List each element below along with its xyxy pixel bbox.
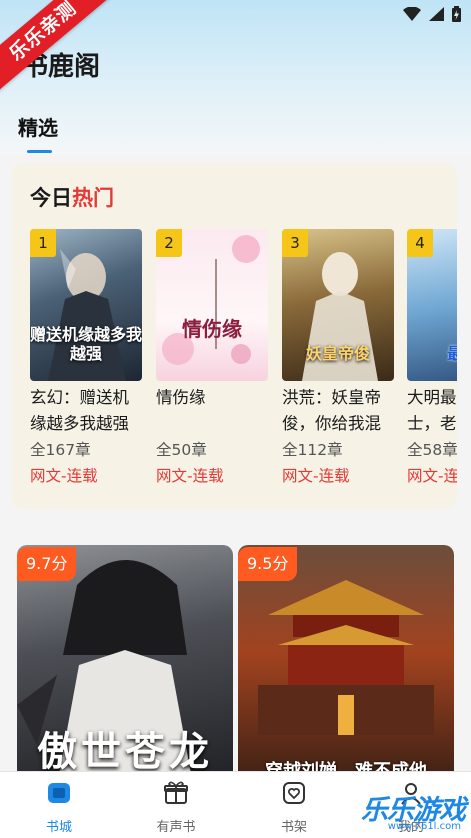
nav-label: 书架 — [280, 820, 307, 835]
book-title[interactable]: 大明最强道士，老朱：你给我复活阎王 — [407, 385, 457, 437]
book-chapters: 全58章 — [407, 441, 457, 459]
cover-title: 妖皇帝俊 — [305, 343, 370, 363]
book-tag: 网文-连载 — [407, 467, 457, 485]
cover-title: 情伤缘 — [182, 317, 242, 341]
book-card[interactable]: 1 赠送机缘越多我越强 玄幻：赠送机缘越多我越强 全167章 网文-连载 — [30, 229, 142, 489]
rank-badge: 2 — [156, 229, 182, 257]
cover-title: 最强 — [446, 343, 457, 363]
book-card[interactable]: 2 情伤缘 情伤缘 全50章 网文-连载 — [156, 229, 268, 489]
tab-featured[interactable]: 精选 — [18, 112, 58, 141]
score-badge: 9.5分 — [238, 547, 298, 581]
hot-title-prefix: 今日 — [30, 186, 72, 210]
tab-indicator — [27, 150, 52, 153]
rank-badge: 1 — [30, 229, 56, 257]
featured-book-card[interactable]: 9.7分 傲世苍龙 — [17, 545, 233, 785]
nav-label: 有声书 — [156, 820, 196, 835]
book-card[interactable]: 4 最强 大明最强道士，老朱：你给我复活阎王 全58章 网文-连载 — [407, 229, 457, 489]
wifi-icon — [403, 7, 421, 21]
book-cover[interactable]: 4 最强 — [407, 229, 457, 381]
book-tag: 网文-连载 — [282, 467, 350, 485]
cover-title: 赠送机缘越多我越强 — [30, 325, 142, 363]
book-chapters: 全167章 — [30, 441, 91, 459]
featured-book-card[interactable]: 9.5分 穿越刘婵，难不成他 — [238, 545, 454, 785]
book-card[interactable]: 3 妖皇帝俊 洪荒：妖皇帝俊，你给我混沌青莲? 全112章 网文-连载 — [282, 229, 394, 489]
signal-icon — [429, 7, 444, 21]
site-watermark: 乐乐游戏 www.761l.com — [353, 788, 469, 836]
hot-title-highlight: 热门 — [72, 186, 114, 210]
score-badge: 9.7分 — [17, 547, 77, 581]
book-chapters: 全50章 — [156, 441, 207, 459]
book-title[interactable]: 玄幻：赠送机缘越多我越强 — [30, 385, 142, 437]
featured-cover-title: 傲世苍龙 — [37, 729, 213, 775]
rank-badge: 3 — [282, 229, 308, 257]
nav-bookstore[interactable]: 书城 — [19, 780, 99, 835]
book-cover[interactable]: 1 赠送机缘越多我越强 — [30, 229, 142, 381]
book-cover[interactable]: 2 情伤缘 — [156, 229, 268, 381]
book-chapters: 全112章 — [282, 441, 343, 459]
book-title[interactable]: 情伤缘 — [156, 385, 268, 437]
bookstore-icon — [48, 783, 70, 803]
featured-cover-art — [258, 580, 434, 735]
book-cover[interactable]: 3 妖皇帝俊 — [282, 229, 394, 381]
rank-badge: 4 — [407, 229, 433, 257]
gift-box-icon — [164, 781, 188, 804]
battery-icon — [452, 6, 461, 22]
book-tag: 网文-连载 — [156, 467, 224, 485]
hot-section: 今日热门 1 赠送机缘越多我越强 玄幻：赠送机缘越多我越强 全167章 网文-连… — [12, 162, 457, 510]
book-tag: 网文-连载 — [30, 467, 98, 485]
nav-label: 书城 — [45, 820, 72, 835]
nav-bookshelf[interactable]: 书架 — [254, 780, 334, 835]
watermark-url: www.761l.com — [387, 821, 461, 832]
status-bar — [403, 6, 461, 22]
hot-section-title: 今日热门 — [30, 182, 114, 212]
bookshelf-heart-icon — [283, 782, 305, 804]
nav-audiobook[interactable]: 有声书 — [136, 780, 216, 835]
book-title[interactable]: 洪荒：妖皇帝俊，你给我混沌青莲? — [282, 385, 394, 437]
